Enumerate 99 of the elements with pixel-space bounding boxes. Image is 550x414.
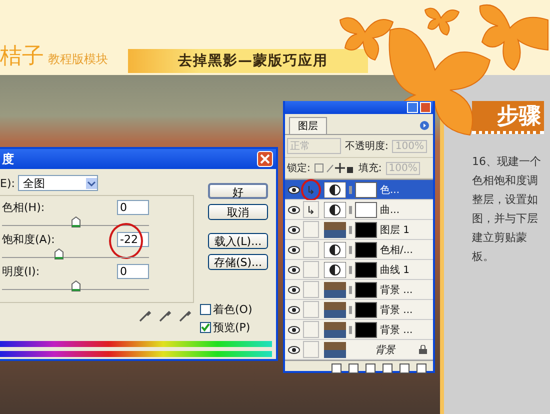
eye-icon[interactable] [288, 286, 300, 294]
image-thumbnail [324, 342, 346, 358]
layer-name: 背景 ... [380, 324, 413, 336]
link-cell[interactable] [303, 301, 319, 318]
lock-icons-drawing[interactable] [314, 163, 354, 173]
eye-icon[interactable] [288, 226, 300, 234]
panel-menu-icon[interactable] [420, 121, 429, 130]
image-thumbnail [324, 302, 346, 318]
layer-name: 曲... [380, 204, 400, 216]
link-cell[interactable] [303, 201, 319, 218]
slider-thumb[interactable] [70, 280, 80, 292]
layer-row[interactable]: 背景 ... [285, 300, 433, 320]
layer-name: 色相/... [380, 244, 413, 256]
tutorial-title: 去掉黑影—蒙版巧应用 [128, 49, 368, 73]
eye-icon[interactable] [288, 266, 300, 274]
chain-icon [349, 306, 352, 314]
slider-thumb[interactable] [54, 248, 64, 260]
close-button[interactable] [257, 151, 273, 167]
slider-thumb[interactable] [70, 216, 80, 228]
image-thumbnail [324, 282, 346, 298]
eye-icon[interactable] [288, 326, 300, 334]
lock-icon [419, 345, 427, 354]
layer-row[interactable]: 背景 ... [285, 320, 433, 340]
close-button[interactable] [420, 102, 431, 113]
panel-tab[interactable]: 图层 [289, 117, 327, 134]
dialog-button[interactable]: 载入(L)... [208, 233, 268, 249]
toolbar-icon[interactable] [382, 363, 393, 374]
link-cell[interactable] [303, 321, 319, 338]
eye-icon[interactable] [288, 246, 300, 254]
chain-icon [349, 286, 352, 294]
adjustment-icon [324, 242, 346, 258]
clip-arrow-icon [308, 186, 314, 194]
link-cell[interactable] [303, 281, 319, 298]
input-field[interactable]: 0 [117, 264, 149, 279]
input-field[interactable]: 0 [117, 200, 149, 215]
image-thumbnail [324, 222, 346, 238]
layer-name: 背景 ... [380, 304, 413, 316]
caret-icon [86, 178, 97, 188]
slider-label: 明度(I): [2, 264, 40, 279]
dialog-button[interactable]: 好 [208, 183, 268, 199]
dialog-button[interactable]: 取消 [208, 204, 268, 220]
chain-icon [349, 226, 352, 234]
toolbar-icon[interactable] [416, 363, 427, 374]
layer-name: 背景 ... [380, 284, 413, 296]
step-heading: 步骤 [472, 101, 544, 134]
adjustment-icon [324, 182, 346, 198]
eyedropper-icon[interactable] [178, 309, 192, 323]
checkbox-label: 着色(O) [213, 302, 252, 317]
slider-label: 色相(H): [2, 200, 45, 215]
layer-name: 背景 [375, 344, 395, 356]
eyedropper-icon[interactable] [138, 309, 152, 323]
adjustment-icon [324, 262, 346, 278]
link-cell[interactable] [303, 241, 319, 258]
chain-icon [349, 206, 352, 214]
lock-label: 锁定: [287, 162, 310, 175]
layer-name: 色... [380, 184, 400, 196]
toolbar-icon[interactable] [399, 363, 410, 374]
edit-label: E): [0, 176, 15, 190]
link-cell[interactable] [303, 341, 319, 358]
minimize-button[interactable] [407, 102, 418, 113]
layer-row[interactable]: 背景 ... [285, 280, 433, 300]
edit-dropdown[interactable]: 全图 [18, 175, 98, 191]
chain-icon [349, 266, 352, 274]
eye-icon[interactable] [288, 346, 300, 354]
brand-title: 桔子 [0, 43, 44, 71]
chain-icon [349, 186, 352, 194]
dialog-button[interactable]: 存储(S)... [208, 254, 268, 270]
brand-subtitle: 教程版模块 [48, 51, 108, 68]
eye-icon[interactable] [288, 206, 300, 214]
layer-row[interactable]: 色相/... [285, 240, 433, 260]
link-cell[interactable] [303, 261, 319, 278]
layer-name: 图层 1 [380, 224, 410, 236]
chain-icon [349, 246, 352, 254]
toolbar-icon[interactable] [365, 363, 376, 374]
input-field[interactable]: -22 [117, 232, 149, 247]
step-text: 16、现建一个色相饱和度调整层，设置如图，并与下层建立剪贴蒙板。 [472, 154, 542, 265]
layer-name: 曲线 1 [380, 264, 410, 276]
layer-row[interactable]: 曲... [285, 200, 433, 220]
eye-icon[interactable] [288, 306, 300, 314]
link-cell[interactable] [303, 221, 319, 238]
checkbox[interactable] [200, 304, 211, 315]
layer-row[interactable]: 色... [285, 180, 433, 200]
layer-row[interactable]: 图层 1 [285, 220, 433, 240]
eye-icon[interactable] [288, 186, 300, 194]
image-thumbnail [324, 322, 346, 338]
opacity-label: 不透明度: [345, 140, 388, 153]
checkbox-label: 预览(P) [213, 320, 250, 335]
layer-row[interactable]: 曲线 1 [285, 260, 433, 280]
window-title: 度 [2, 150, 14, 168]
toolbar-icon[interactable] [348, 363, 359, 374]
toolbar-icon[interactable] [331, 363, 342, 374]
adjustment-icon [324, 202, 346, 218]
slider-label: 饱和度(A): [2, 232, 55, 247]
layer-row[interactable]: 背景 [285, 340, 433, 360]
chain-icon [349, 326, 352, 334]
eyedropper-icon[interactable] [158, 309, 172, 323]
fill-label: 填充: [358, 162, 382, 175]
checkbox[interactable] [200, 322, 211, 333]
clip-arrow-icon [308, 206, 314, 214]
